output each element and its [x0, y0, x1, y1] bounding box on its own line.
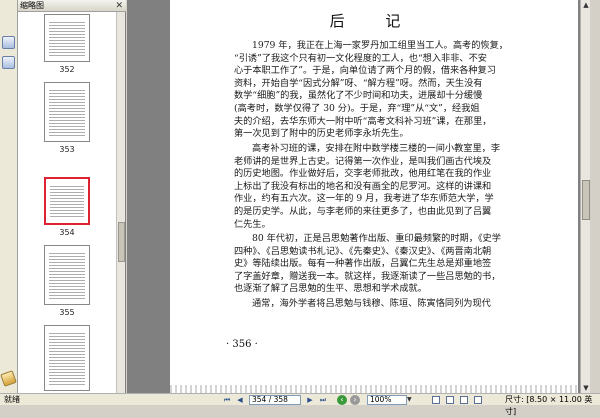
text-line: 也逐渐了解了吕思勉的生平、思想和学术成就。 — [234, 283, 427, 295]
thumbnail-353[interactable] — [44, 82, 90, 142]
text-line: 史》等陆续出版。每有一种著作出版，吕翼仁先生总是郑重地签 — [234, 258, 492, 270]
pages-icon[interactable] — [2, 36, 15, 49]
page-bottom-edge — [170, 385, 578, 393]
thumbnail-356[interactable] — [44, 325, 90, 391]
text-line: 了字盖好章，赠送我一本。就这样，我逐渐读了一些吕思勉的书， — [234, 270, 501, 282]
layers-icon[interactable] — [2, 56, 15, 69]
page-number-input[interactable]: 354 / 358 — [249, 395, 301, 405]
thumbnail-scrollbar[interactable] — [116, 12, 125, 393]
text-line: 数学“细胞”的我，虽然化了不少时间和功夫，进展却十分缓慢 — [234, 90, 483, 102]
continuous-page-icon[interactable] — [446, 396, 454, 404]
thumbnail-label: 353 — [59, 145, 75, 154]
continuous-facing-icon[interactable] — [474, 396, 482, 404]
text-line: 1979 年，我正在上海一家罗丹加工组里当工人。高考的恢复， — [252, 40, 508, 51]
thumbnail-354[interactable] — [44, 177, 90, 225]
facing-pages-icon[interactable] — [460, 396, 468, 404]
left-toolbar — [0, 0, 18, 393]
last-page-icon[interactable]: ⏭ — [318, 395, 328, 405]
thumbnail-label: 354 — [59, 228, 75, 237]
status-bar: 就绪 ⏮ ◀ 354 / 358 ▶ ⏭ ‹ › 100% ▼ 尺寸: [8.5… — [0, 393, 600, 416]
thumbnail-panel: 缩略图 ✕ 352 353 354 355 — [18, 0, 126, 393]
thumbnail-352[interactable] — [44, 14, 90, 62]
text-line: 的历史地图。作业做好后，交李老师批改，他用红笔在我的作业 — [234, 168, 492, 180]
scroll-up-icon[interactable]: ▲ — [581, 0, 591, 10]
scroll-down-icon[interactable]: ▼ — [581, 383, 591, 393]
document-area: 后 记 1979 年，我正在上海一家罗丹加工组里当工人。高考的恢复， “引诱”了… — [127, 0, 590, 393]
text-line: 心于本职工作了”。于是，向单位请了两个月的假，借来各种复习 — [234, 65, 496, 77]
text-line: 作业，约有五六次。这一年的 9 月，我考进了华东师范大学，学 — [234, 193, 494, 205]
text-line: 仁先生。 — [234, 218, 271, 230]
back-icon[interactable]: ‹ — [337, 395, 347, 405]
text-line: 资料，开始自学“因式分解”呀、“解方程”呀。然而，天生没有 — [234, 77, 483, 89]
zoom-input[interactable]: 100% — [367, 395, 407, 405]
thumbnail-panel-title: 缩略图 — [20, 1, 44, 10]
page-number: · 356 · — [226, 339, 258, 350]
thumbnail-label: 355 — [59, 308, 75, 317]
document-page: 后 记 1979 年，我正在上海一家罗丹加工组里当工人。高考的恢复， “引诱”了… — [170, 0, 578, 393]
close-icon[interactable]: ✕ — [115, 0, 123, 12]
document-scrollbar-thumb[interactable] — [582, 180, 590, 220]
text-line: (高考时，数学仅得了 30 分)。于是，弃“理”从“文”，经我姐 — [234, 102, 480, 114]
text-line: 通常，海外学者将吕思勉与钱穆、陈垣、陈寅恪同列为现代 — [252, 298, 491, 309]
page-title: 后 记 — [329, 12, 419, 30]
chevron-down-icon[interactable]: ▼ — [407, 395, 415, 405]
thumbnail-scrollbar-thumb[interactable] — [118, 222, 125, 262]
text-line: 80 年代初，正是吕思勉著作出版、重印最频繁的时期，《史学 — [252, 233, 501, 244]
paragraph-2: 高考补习班的课，安排在附中数学楼三楼的一间小教室里，李 老师讲的是世界上古史。记… — [234, 143, 512, 231]
text-line: “引诱”了我这个只有初一文化程度的工人，也“想入非非、不安 — [234, 52, 487, 64]
text-line: 夫的介绍，去华东师大一附中听“高考文科补习班”课，在那里， — [234, 115, 492, 127]
text-line: 上标出了我没有标出的地名和没有画全的尼罗河。这样的讲课和 — [234, 180, 492, 192]
document-scrollbar[interactable]: ▲ ▼ — [580, 0, 590, 393]
thumbnail-label: 352 — [59, 65, 75, 74]
text-line: 的是历史学。从此，与李老师的来往更多了，也由此见到了吕翼 — [234, 205, 492, 217]
paragraph-1: 1979 年，我正在上海一家罗丹加工组里当工人。高考的恢复， “引诱”了我这个只… — [234, 40, 512, 141]
single-page-icon[interactable] — [432, 396, 440, 404]
thumbnail-355[interactable] — [44, 245, 90, 305]
attachment-icon[interactable] — [0, 370, 17, 387]
next-page-icon[interactable]: ▶ — [305, 395, 315, 405]
prev-page-icon[interactable]: ◀ — [235, 395, 245, 405]
text-line: 四种》、《吕思勉读书札记》、《先秦史》、《秦汉史》、《两晋南北朝 — [234, 245, 492, 257]
paragraph-4: 通常，海外学者将吕思勉与钱穆、陈垣、陈寅恪同列为现代 — [234, 298, 512, 311]
forward-icon[interactable]: › — [350, 395, 360, 405]
text-line: 老师讲的是世界上古史。记得第一次作业，是叫我们画古代埃及 — [234, 155, 492, 167]
text-line: 第一次见到了附中的历史老师李永圻先生。 — [234, 128, 409, 140]
status-text: 就绪 — [4, 395, 20, 404]
text-line: 高考补习班的课，安排在附中数学楼三楼的一间小教室里，李 — [252, 143, 501, 154]
first-page-icon[interactable]: ⏮ — [222, 395, 232, 405]
thumbnail-panel-header: 缩略图 ✕ — [18, 0, 126, 12]
page-size-label: 尺寸: [8.50 × 11.00 英寸] — [505, 395, 593, 416]
paragraph-3: 80 年代初，正是吕思勉著作出版、重印最频繁的时期，《史学 四种》、《吕思勉读书… — [234, 233, 512, 296]
